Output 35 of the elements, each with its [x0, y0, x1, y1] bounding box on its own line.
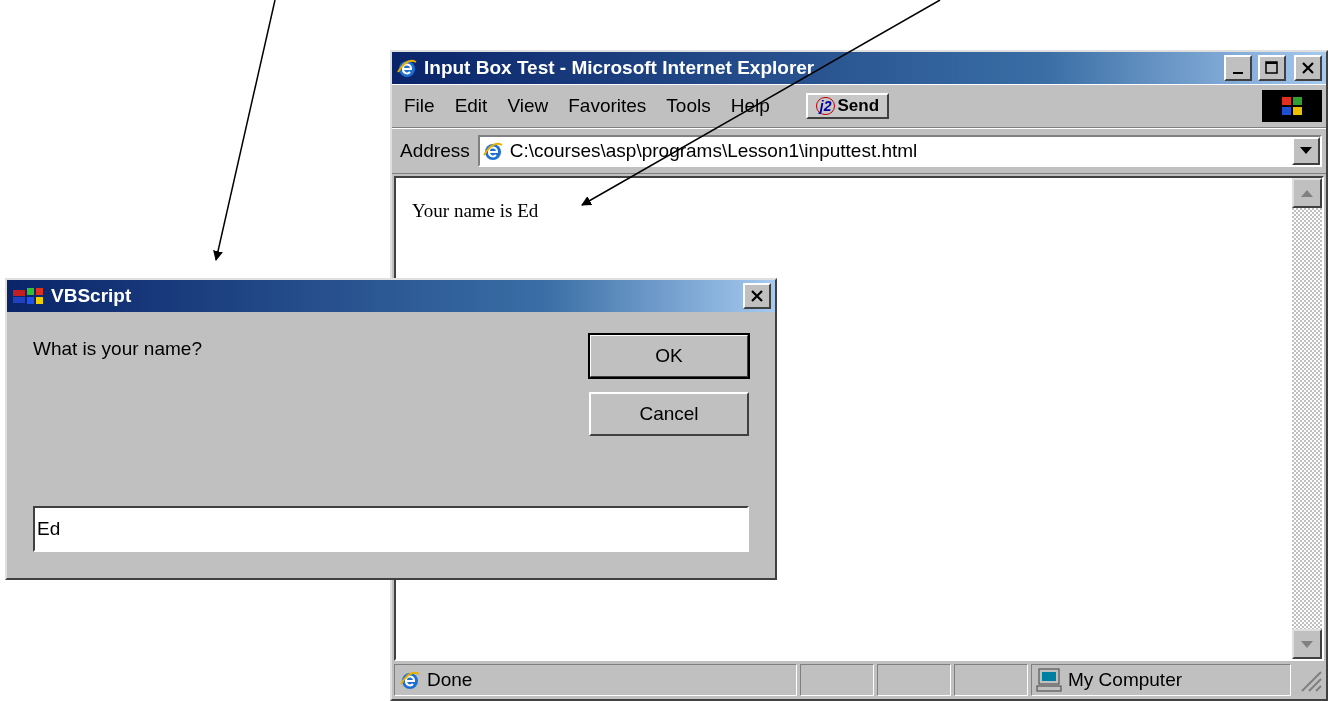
maximize-icon	[1265, 61, 1279, 75]
scroll-down-button[interactable]	[1292, 629, 1322, 659]
minimize-button[interactable]	[1224, 55, 1252, 81]
menu-item[interactable]: Edit	[446, 93, 496, 119]
down-arrow-icon	[1301, 640, 1313, 648]
minimize-icon	[1233, 72, 1243, 74]
up-arrow-icon	[1301, 189, 1313, 197]
menu-item[interactable]: Tools	[658, 93, 719, 119]
dialog-title: VBScript	[51, 285, 133, 307]
menu-item[interactable]: View	[499, 93, 557, 119]
close-icon	[751, 290, 763, 302]
window-title: Input Box Test - Microsoft Internet Explorer	[424, 57, 816, 79]
globe-e-icon	[396, 57, 418, 79]
send-button[interactable]: j2 Send	[805, 93, 890, 119]
computer-icon	[1036, 668, 1062, 692]
zone-text: My Computer	[1068, 669, 1183, 691]
globe-e-icon	[399, 669, 421, 691]
status-text: Done	[427, 669, 473, 691]
close-icon	[1302, 62, 1314, 74]
scroll-up-button[interactable]	[1292, 178, 1322, 208]
windows-flag-icon	[11, 285, 45, 307]
scrollbar[interactable]	[1292, 178, 1322, 659]
prompt-text: What is your name?	[33, 337, 203, 361]
globe-e-icon	[481, 140, 504, 162]
input-field[interactable]: Ed	[33, 506, 749, 552]
dialog-button[interactable]: Cancel	[589, 392, 749, 436]
close-button[interactable]	[1294, 55, 1322, 81]
address-label: Address	[399, 140, 471, 162]
dialog-button[interactable]: OK	[589, 334, 749, 378]
maximize-button[interactable]	[1258, 55, 1286, 81]
menu-item[interactable]: File	[396, 93, 443, 119]
close-button[interactable]	[743, 283, 771, 309]
windows-flag-icon	[1262, 90, 1322, 122]
page-text: Your name is Ed	[412, 200, 539, 221]
menu-item[interactable]: Favorites	[560, 93, 655, 119]
